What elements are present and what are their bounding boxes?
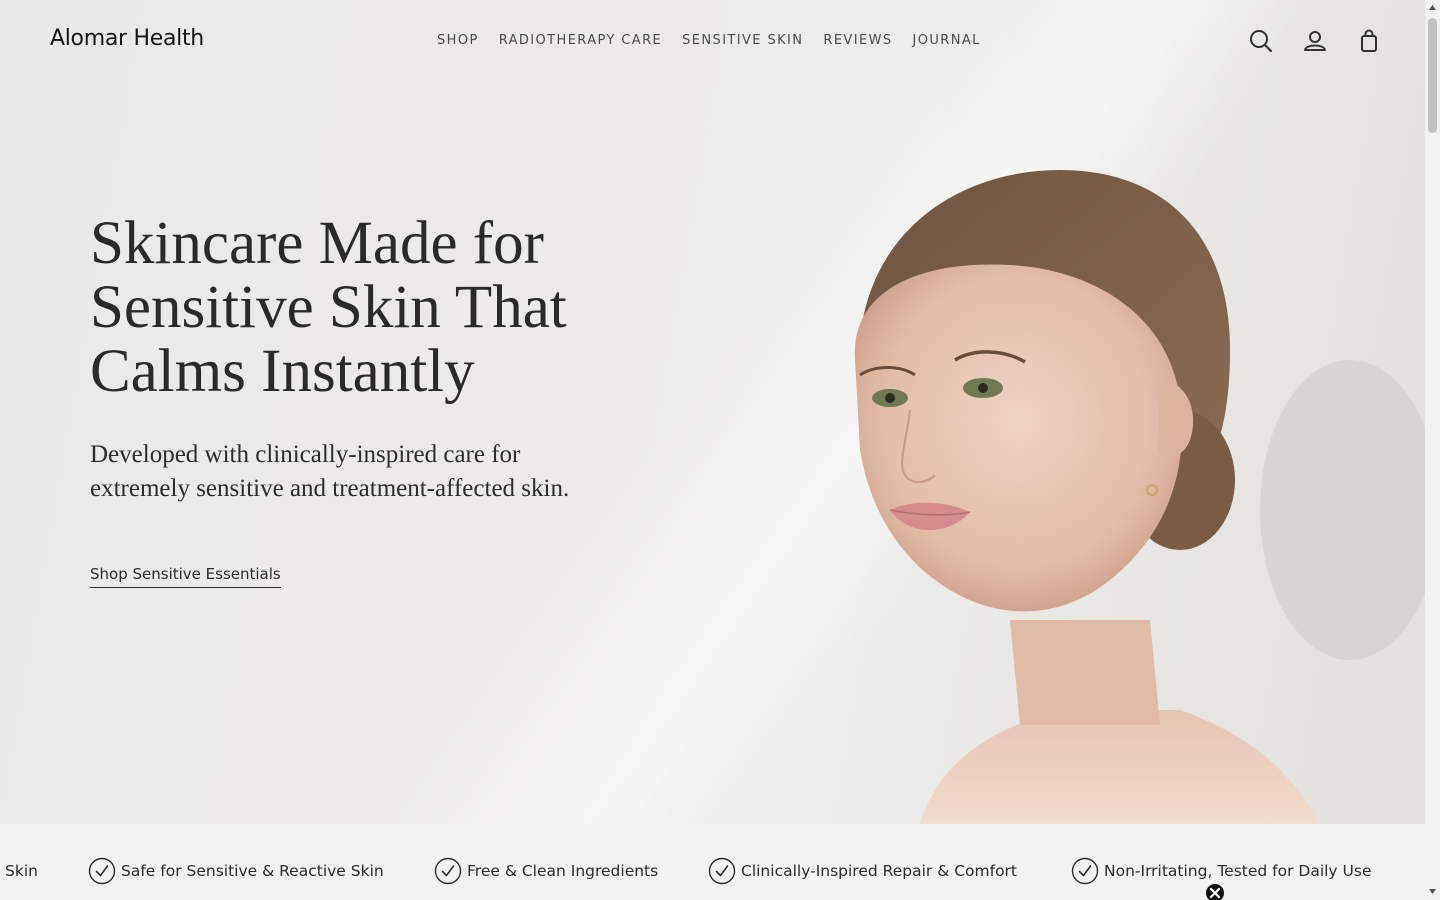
scroll-down-arrow-icon[interactable] xyxy=(1428,887,1437,896)
benefit-item: Free & Clean Ingredients xyxy=(434,857,658,885)
page-scrollbar[interactable] xyxy=(1425,0,1440,900)
hero-copy: Skincare Made for Sensitive Skin That Ca… xyxy=(90,212,710,506)
hero-title-line-3: Calms Instantly xyxy=(90,338,475,405)
scroll-up-arrow-icon[interactable] xyxy=(1428,3,1437,12)
close-popup-icon[interactable] xyxy=(1206,884,1224,900)
checkmark-circle-icon xyxy=(434,857,462,885)
hero-title: Skincare Made for Sensitive Skin That Ca… xyxy=(90,212,710,404)
nav-item-shop[interactable]: SHOP xyxy=(437,33,479,48)
benefit-label: Free & Clean Ingredients xyxy=(467,862,659,880)
model-portrait-image xyxy=(854,170,1425,824)
benefit-item: Clinically-Inspired Repair & Comfort xyxy=(708,857,1017,885)
hero-title-line-2: Sensitive Skin That xyxy=(90,274,567,341)
shop-sensitive-essentials-link[interactable]: Shop Sensitive Essentials xyxy=(90,565,281,588)
nav-item-sensitive-skin[interactable]: SENSITIVE SKIN xyxy=(682,33,803,48)
cart-icon[interactable] xyxy=(1356,28,1382,54)
hero-subtitle-line-2: extremely sensitive and treatment-affect… xyxy=(90,475,570,502)
main-navigation: SHOP RADIOTHERAPY CARE SENSITIVE SKIN RE… xyxy=(437,33,981,48)
benefit-label: Safe for Sensitive & Reactive Skin xyxy=(121,862,384,880)
nav-item-journal[interactable]: JOURNAL xyxy=(912,33,980,48)
hero-title-line-1: Skincare Made for xyxy=(90,210,544,277)
hero-subtitle: Developed with clinically-inspired care … xyxy=(90,438,690,506)
site-header: Alomar Health SHOP RADIOTHERAPY CARE SEN… xyxy=(0,0,1425,82)
checkmark-circle-icon xyxy=(88,857,116,885)
nav-item-reviews[interactable]: REVIEWS xyxy=(823,33,892,48)
benefit-partial-text: Skin xyxy=(5,862,38,880)
brand-logo[interactable]: Alomar Health xyxy=(50,26,204,51)
checkmark-circle-icon xyxy=(1071,857,1099,885)
hero-banner: Alomar Health SHOP RADIOTHERAPY CARE SEN… xyxy=(0,0,1425,824)
benefit-item: Non-Irritating, Tested for Daily Use xyxy=(1071,857,1372,885)
checkmark-circle-icon xyxy=(708,857,736,885)
account-icon[interactable] xyxy=(1302,28,1328,54)
header-actions xyxy=(1248,28,1382,54)
benefit-item: Safe for Sensitive & Reactive Skin xyxy=(88,857,384,885)
benefit-label: Clinically-Inspired Repair & Comfort xyxy=(741,862,1018,880)
benefit-label: Non-Irritating, Tested for Daily Use xyxy=(1104,862,1372,880)
scrollbar-thumb[interactable] xyxy=(1428,18,1437,133)
nav-item-radiotherapy-care[interactable]: RADIOTHERAPY CARE xyxy=(499,33,662,48)
hero-subtitle-line-1: Developed with clinically-inspired care … xyxy=(90,441,521,468)
search-icon[interactable] xyxy=(1248,28,1274,54)
